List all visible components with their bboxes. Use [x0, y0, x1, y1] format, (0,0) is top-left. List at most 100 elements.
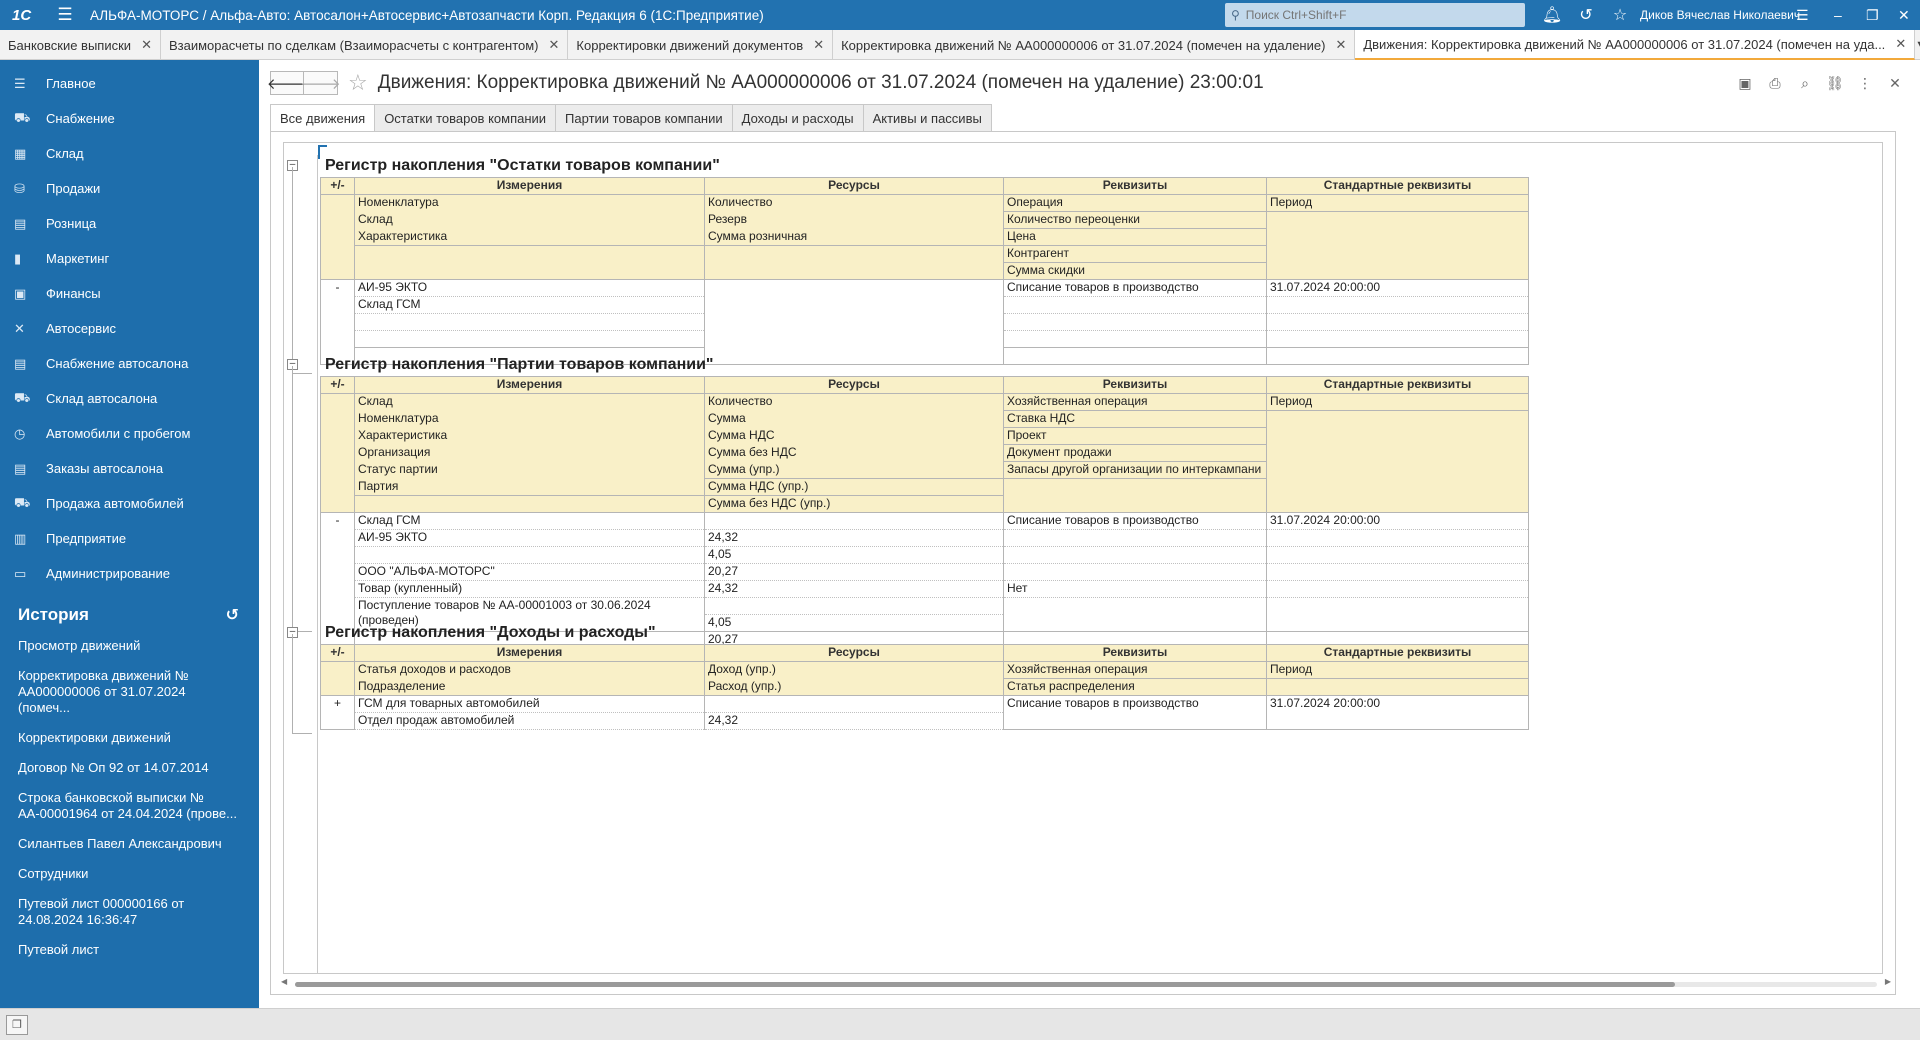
table-row[interactable]: - АИ-95 ЭКТО Списание товаров в производ…: [320, 279, 1529, 365]
header-cell: Контрагент: [1003, 245, 1267, 263]
sidebar-item-dealer-warehouse[interactable]: ⛟ Склад автосалона: [0, 381, 259, 416]
row-toggle[interactable]: -: [320, 279, 355, 365]
register-table[interactable]: +/- Измерения Ресурсы Реквизиты Стандарт…: [320, 376, 1529, 649]
sidebar-item-supply[interactable]: ⛟ Снабжение: [0, 101, 259, 136]
register-title: Регистр накопления "Доходы и расходы": [325, 624, 656, 641]
settings-menu-icon[interactable]: ☰: [1796, 0, 1809, 30]
print-icon[interactable]: ⎙: [1760, 75, 1790, 92]
horizontal-scrollbar[interactable]: ◀ ▶: [281, 977, 1891, 988]
favorite-star-icon[interactable]: ☆: [348, 70, 368, 96]
notifications-icon[interactable]: 🔔︎: [1535, 5, 1569, 25]
cell: Склад ГСМ: [354, 296, 705, 314]
history-item[interactable]: Сотрудники: [0, 857, 259, 887]
user-name[interactable]: Диков Вячеслав Николаевич: [1640, 8, 1800, 22]
sidebar-item-autoservice[interactable]: ✕ Автосервис: [0, 311, 259, 346]
sidebar-item-dealer-supply[interactable]: ▤ Снабжение автосалона: [0, 346, 259, 381]
register-table[interactable]: +/- Измерения Ресурсы Реквизиты Стандарт…: [320, 177, 1529, 365]
favorites-icon[interactable]: ☆: [1603, 5, 1637, 25]
tab-income-expenses[interactable]: Доходы и расходы: [731, 104, 863, 132]
close-tab-icon[interactable]: ✕: [141, 37, 152, 53]
sidebar-item-dealer-orders[interactable]: ▤ Заказы автосалона: [0, 451, 259, 486]
sidebar-item-sales[interactable]: ⛁ Продажи: [0, 171, 259, 206]
tab-all-movements[interactable]: Все движения: [270, 104, 375, 132]
link-icon[interactable]: ⛓: [1820, 75, 1850, 92]
history-clock-icon[interactable]: ↺: [226, 605, 239, 625]
table-row[interactable]: + ГСМ для товарных автомобилей Списание …: [320, 695, 1529, 730]
history-item[interactable]: Корректировка движений № АА000000006 от …: [0, 659, 259, 721]
history-item[interactable]: Строка банковской выписки № АА-00001964 …: [0, 781, 259, 827]
windows-list-icon[interactable]: ❐: [6, 1015, 28, 1035]
close-window-icon[interactable]: ✕: [1898, 0, 1910, 30]
app-logo[interactable]: 1С: [0, 7, 50, 24]
search-input[interactable]: [1239, 8, 1500, 22]
save-icon[interactable]: ▣: [1730, 75, 1760, 92]
history-item[interactable]: Просмотр движений: [0, 633, 259, 659]
scroll-right-icon[interactable]: ▶: [1885, 977, 1891, 986]
cell: Склад ГСМ: [354, 512, 705, 530]
minimize-icon[interactable]: –: [1834, 0, 1842, 30]
history-item[interactable]: Корректировки движений: [0, 721, 259, 751]
tabs-dropdown-icon[interactable]: ▼: [1915, 30, 1920, 59]
open-tab-movements[interactable]: Движения: Корректировка движений № АА000…: [1355, 30, 1916, 60]
close-tab-icon[interactable]: ✕: [1335, 37, 1346, 53]
sidebar-item-main[interactable]: ☰ Главное: [0, 66, 259, 101]
history-item[interactable]: Путевой лист: [0, 933, 259, 963]
spreadsheet-document: – Регистр накопления "Остатки товаров ко…: [270, 131, 1896, 995]
header-cell: Статус партии: [354, 461, 705, 479]
forward-button[interactable]: 🡒: [300, 71, 341, 95]
sidebar-item-enterprise[interactable]: ▥ Предприятие: [0, 521, 259, 556]
main-menu-icon[interactable]: ☰: [50, 5, 80, 25]
preview-icon[interactable]: ⌕: [1790, 75, 1820, 92]
scroll-left-icon[interactable]: ◀: [281, 977, 287, 986]
restore-icon[interactable]: ❐: [1866, 0, 1879, 30]
spreadsheet-viewport[interactable]: – Регистр накопления "Остатки товаров ко…: [283, 142, 1883, 974]
open-tab-label: Банковские выписки: [8, 37, 132, 53]
sidebar-item-warehouse[interactable]: ▦ Склад: [0, 136, 259, 171]
sidebar-item-marketing[interactable]: ▮ Маркетинг: [0, 241, 259, 276]
history-item[interactable]: Путевой лист 000000166 от 24.08.2024 16:…: [0, 887, 259, 933]
scroll-thumb[interactable]: [295, 982, 1675, 987]
top-icons: 🔔︎ ↺ ☆: [1535, 0, 1637, 30]
table-row[interactable]: - Склад ГСМ Списание товаров в производс…: [320, 512, 1529, 649]
grouping-gutter: [317, 155, 318, 973]
register-table[interactable]: +/- Измерения Ресурсы Реквизиты Стандарт…: [320, 644, 1529, 730]
sidebar-item-retail[interactable]: ▤ Розница: [0, 206, 259, 241]
open-tab-correction-doc[interactable]: Корректировка движений № АА000000006 от …: [833, 30, 1356, 60]
back-button[interactable]: 🡐: [267, 71, 307, 95]
header-cell: Количество: [704, 393, 1004, 411]
close-tab-icon[interactable]: ✕: [1895, 36, 1906, 52]
history-item[interactable]: Силантьев Павел Александрович: [0, 827, 259, 857]
open-tab-settlements[interactable]: Взаиморасчеты по сделкам (Взаиморасчеты …: [161, 30, 569, 60]
row-toggle[interactable]: +: [320, 695, 355, 730]
sidebar-item-admin[interactable]: ▭ Администрирование: [0, 556, 259, 591]
sidebar: ☰ Главное ⛟ Снабжение ▦ Склад ⛁ Продажи ▤ Роз…: [0, 60, 259, 1008]
open-tab-corrections-list[interactable]: Корректировки движений документов ✕: [568, 30, 834, 60]
cell: [1266, 529, 1529, 547]
open-tab-bank-statements[interactable]: Банковские выписки ✕: [0, 30, 161, 60]
close-tab-icon[interactable]: ✕: [813, 37, 824, 53]
header-cell: Номенклатура: [354, 410, 705, 428]
sidebar-item-car-sales[interactable]: ⛟ Продажа автомобилей: [0, 486, 259, 521]
tab-stock-balances[interactable]: Остатки товаров компании: [374, 104, 556, 132]
header-cell: Сумма без НДС (упр.): [704, 495, 1004, 513]
tab-batches[interactable]: Партии товаров компании: [555, 104, 732, 132]
more-icon[interactable]: ⋮: [1850, 75, 1880, 92]
header-resources: Ресурсы: [704, 376, 1004, 394]
cell: Нет: [1003, 580, 1267, 598]
cell: [354, 546, 705, 564]
cell: [1266, 330, 1529, 348]
close-tab-icon[interactable]: ✕: [549, 37, 560, 53]
sidebar-item-used-cars[interactable]: ◷ Автомобили с пробегом: [0, 416, 259, 451]
group-bracket: [292, 167, 312, 374]
sidebar-item-finance[interactable]: ▣ Финансы: [0, 276, 259, 311]
open-windows-tabs: Банковские выписки ✕ Взаиморасчеты по сд…: [0, 30, 1920, 60]
cell: Товар (купленный): [354, 580, 705, 598]
history-icon[interactable]: ↺: [1569, 5, 1603, 25]
search-icon: ⚲: [1231, 8, 1240, 22]
close-form-icon[interactable]: ✕: [1880, 75, 1910, 92]
tab-assets-liabilities[interactable]: Активы и пассивы: [862, 104, 992, 132]
history-item[interactable]: Договор № Оп 92 от 14.07.2014: [0, 751, 259, 781]
header-cell: Сумма НДС: [704, 427, 1004, 445]
cell: 20,27: [704, 563, 1004, 581]
global-search[interactable]: ⚲: [1225, 3, 1525, 27]
